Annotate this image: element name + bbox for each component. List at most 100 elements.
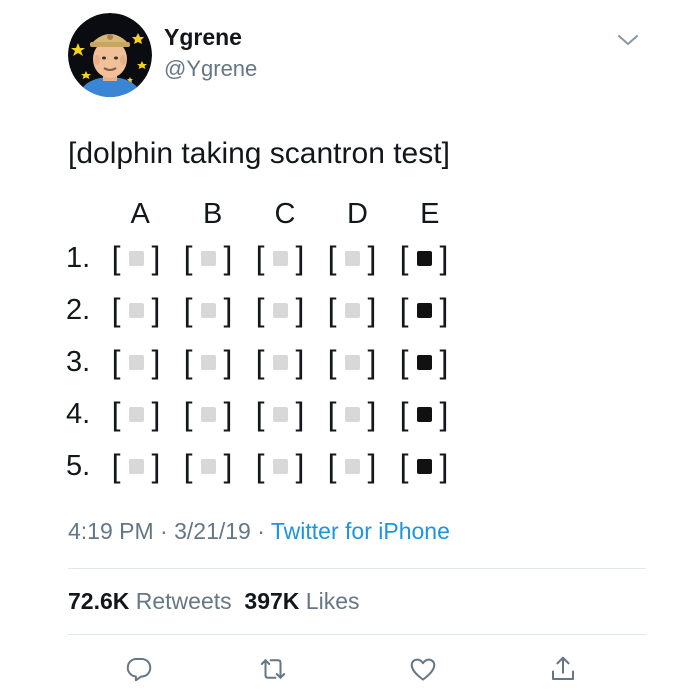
answer-bubble-a: [] xyxy=(100,342,172,382)
bracket-left: [ xyxy=(327,344,337,380)
bracket-left: [ xyxy=(255,396,265,432)
bracket-right: ] xyxy=(295,448,305,484)
answer-bubble-b: [] xyxy=(172,290,244,330)
retweets-stat[interactable]: 72.6K Retweets xyxy=(68,588,232,614)
bracket-left: [ xyxy=(399,240,409,276)
tweet-date: 3/21/19 xyxy=(174,518,251,544)
empty-square xyxy=(128,458,144,474)
user-handle[interactable]: @Ygrene xyxy=(164,56,257,82)
question-number: 4. xyxy=(66,398,91,430)
answer-bubble-c: [] xyxy=(244,446,316,486)
bracket-left: [ xyxy=(183,240,193,276)
bracket-right: ] xyxy=(295,292,305,328)
retweets-count: 72.6K xyxy=(68,588,130,614)
bracket-left: [ xyxy=(255,344,265,380)
bracket-left: [ xyxy=(327,396,337,432)
filled-square xyxy=(416,354,432,370)
bracket-right: ] xyxy=(151,448,161,484)
share-icon[interactable] xyxy=(548,654,578,684)
bracket-right: ] xyxy=(367,396,377,432)
bracket-right: ] xyxy=(439,240,449,276)
empty-square xyxy=(344,406,360,422)
likes-count: 397K xyxy=(244,588,300,614)
answer-bubble-e: [] xyxy=(388,238,460,278)
answer-row: 1.[][][][][] xyxy=(66,232,466,284)
empty-square xyxy=(128,250,144,266)
empty-square xyxy=(272,302,288,318)
answer-bubble-d: [] xyxy=(316,290,388,330)
retweets-label: Retweets xyxy=(135,588,232,614)
avatar[interactable] xyxy=(68,13,152,97)
bracket-right: ] xyxy=(295,396,305,432)
answer-row: 5.[][][][][] xyxy=(66,440,466,492)
bracket-right: ] xyxy=(223,292,233,328)
bracket-right: ] xyxy=(295,344,305,380)
bracket-right: ] xyxy=(223,344,233,380)
answer-bubble-a: [] xyxy=(100,290,172,330)
bracket-left: [ xyxy=(111,396,121,432)
column-header-e: E xyxy=(420,198,440,230)
answer-bubble-d: [] xyxy=(316,238,388,278)
empty-square xyxy=(272,406,288,422)
column-header-b: B xyxy=(202,198,223,230)
column-header-a: A xyxy=(130,198,150,230)
answer-bubble-a: [] xyxy=(100,394,172,434)
answer-bubble-d: [] xyxy=(316,394,388,434)
answer-row: 4.[][][][][] xyxy=(66,388,466,440)
question-number: 5. xyxy=(66,450,91,482)
bracket-right: ] xyxy=(223,396,233,432)
bracket-right: ] xyxy=(151,344,161,380)
empty-square xyxy=(272,354,288,370)
bracket-left: [ xyxy=(183,448,193,484)
bracket-right: ] xyxy=(367,448,377,484)
bracket-left: [ xyxy=(111,344,121,380)
bracket-left: [ xyxy=(111,448,121,484)
bracket-left: [ xyxy=(255,292,265,328)
bracket-left: [ xyxy=(399,292,409,328)
filled-square xyxy=(416,406,432,422)
divider xyxy=(68,568,646,569)
answer-bubble-e: [] xyxy=(388,342,460,382)
empty-square xyxy=(200,406,216,422)
empty-square xyxy=(344,458,360,474)
display-name[interactable]: Ygrene xyxy=(164,24,242,51)
likes-stat[interactable]: 397K Likes xyxy=(244,588,359,614)
heart-icon[interactable] xyxy=(408,654,438,684)
column-header-d: D xyxy=(346,198,368,230)
likes-label: Likes xyxy=(305,588,360,614)
bracket-left: [ xyxy=(255,240,265,276)
answer-bubble-e: [] xyxy=(388,394,460,434)
bracket-left: [ xyxy=(399,396,409,432)
bracket-right: ] xyxy=(295,240,305,276)
bracket-right: ] xyxy=(439,396,449,432)
question-number: 3. xyxy=(66,346,91,378)
bracket-left: [ xyxy=(255,448,265,484)
bracket-left: [ xyxy=(399,344,409,380)
answer-bubble-b: [] xyxy=(172,238,244,278)
bracket-left: [ xyxy=(183,344,193,380)
reply-icon[interactable] xyxy=(124,654,154,684)
tweet-time: 4:19 PM xyxy=(68,518,154,544)
empty-square xyxy=(128,406,144,422)
retweet-icon[interactable] xyxy=(258,654,288,684)
bracket-left: [ xyxy=(399,448,409,484)
empty-square xyxy=(272,250,288,266)
answer-bubble-d: [] xyxy=(316,446,388,486)
answer-bubble-b: [] xyxy=(172,394,244,434)
empty-square xyxy=(272,458,288,474)
bracket-left: [ xyxy=(111,292,121,328)
scantron-grid: A B C D E 1.[][][][][] 2.[][][][][] 3.[][]… xyxy=(66,196,466,492)
divider xyxy=(68,634,646,635)
bracket-right: ] xyxy=(367,292,377,328)
answer-bubble-c: [] xyxy=(244,342,316,382)
answer-bubble-b: [] xyxy=(172,446,244,486)
answer-bubble-a: [] xyxy=(100,238,172,278)
empty-square xyxy=(200,354,216,370)
column-headers: A B C D E xyxy=(66,196,466,232)
answer-bubble-c: [] xyxy=(244,238,316,278)
tweet-source-link[interactable]: Twitter for iPhone xyxy=(271,518,450,544)
bracket-left: [ xyxy=(183,292,193,328)
bracket-left: [ xyxy=(183,396,193,432)
answer-bubble-e: [] xyxy=(388,290,460,330)
chevron-down-icon[interactable] xyxy=(616,32,640,48)
